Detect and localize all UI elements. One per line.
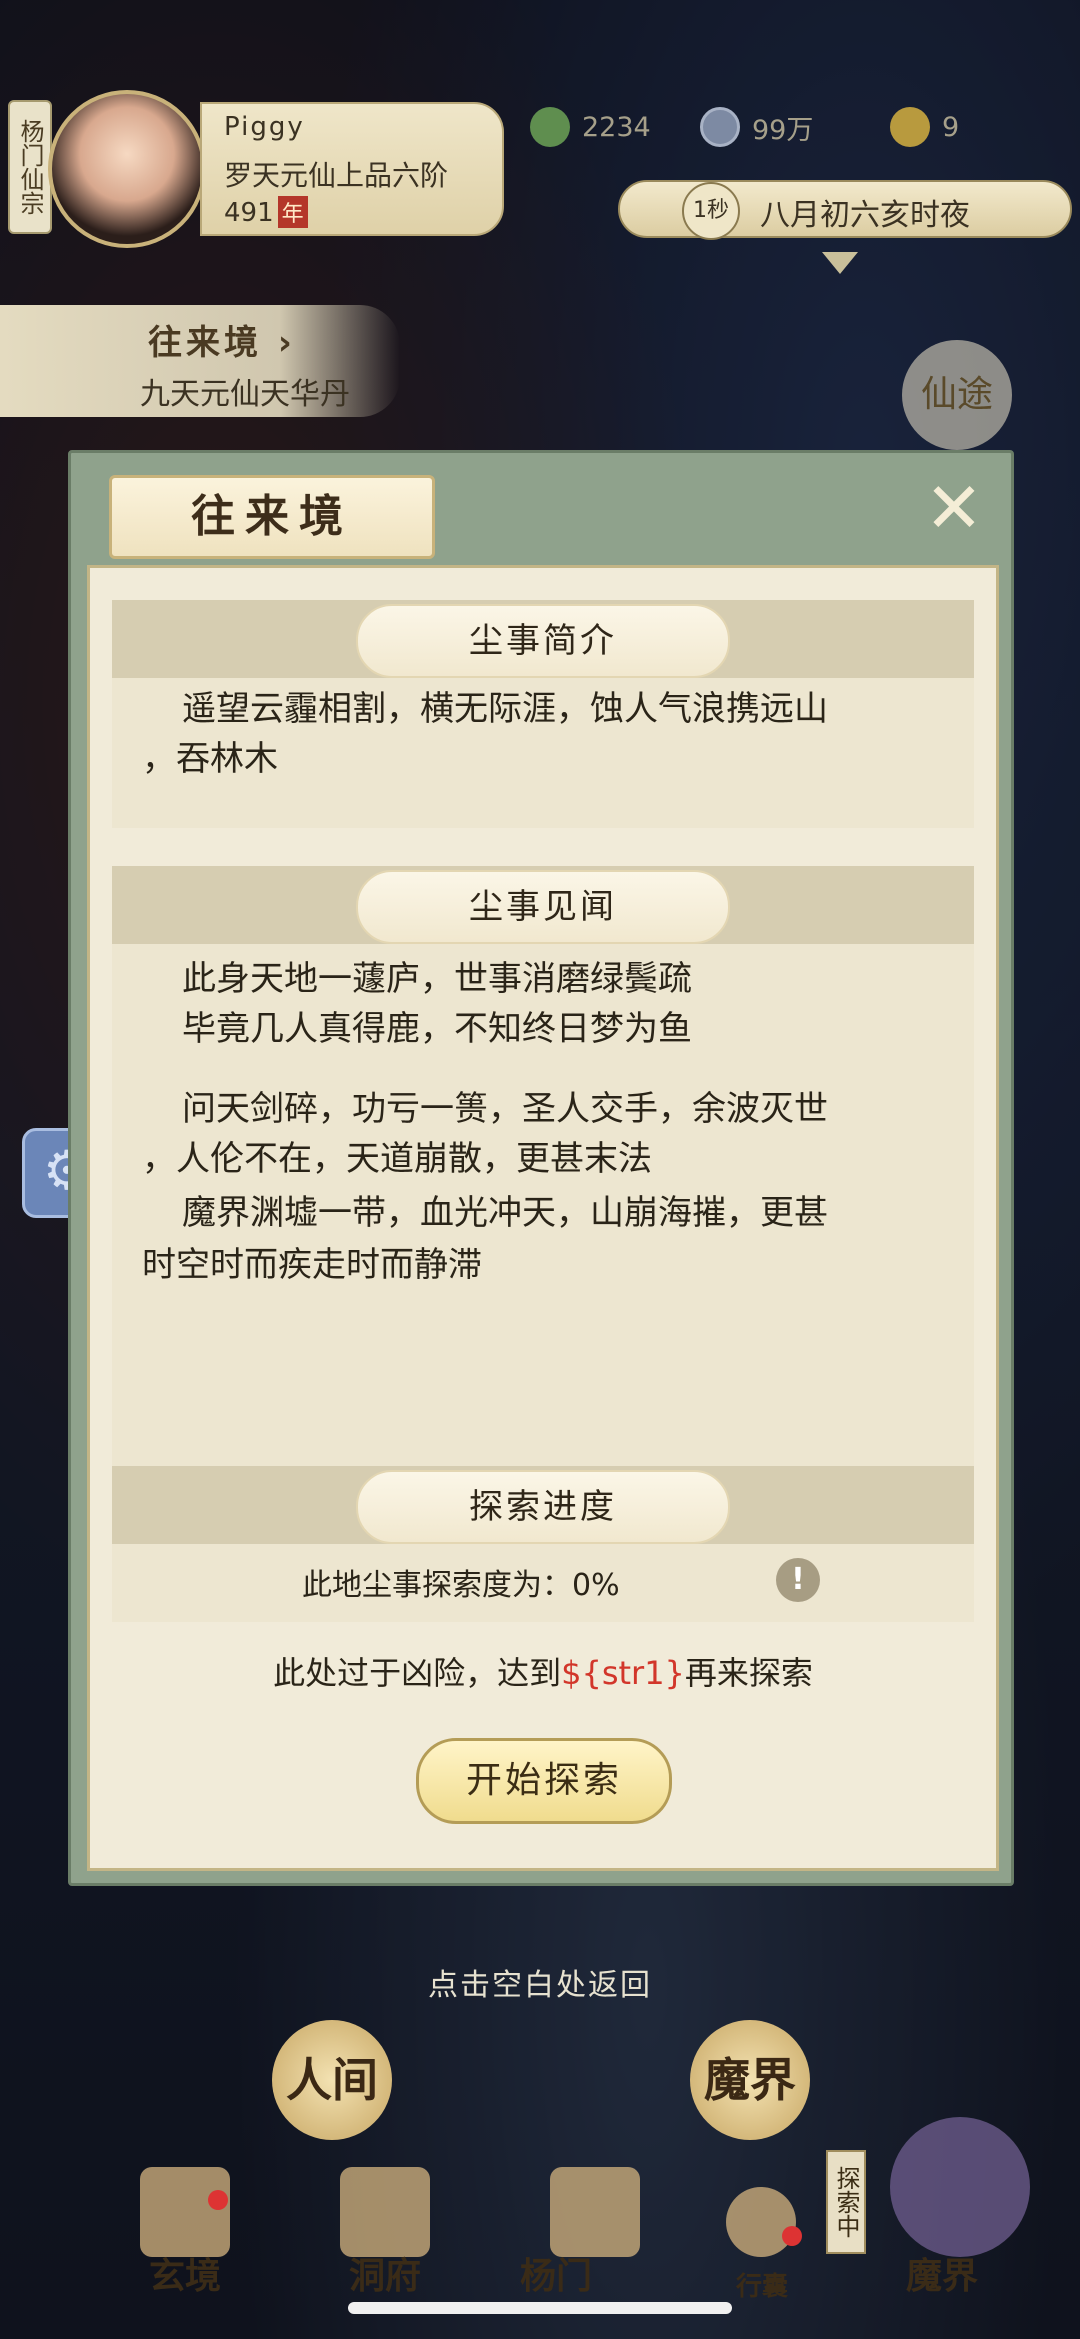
news-line: ，人伦不在，天道崩散，更甚末法 bbox=[142, 1139, 652, 1179]
nav-mojie[interactable]: 魔界 bbox=[872, 2247, 1012, 2299]
news-line: 毕竟几人真得鹿，不知终日梦为鱼 bbox=[182, 1009, 692, 1049]
dialog-content: 尘事简介 遥望云霾相割，横无际涯，蚀人气浪携远山 ，吞林木 尘事见闻 此身天地一… bbox=[87, 565, 999, 1871]
intro-body: 遥望云霾相割，横无际涯，蚀人气浪携远山 ，吞林木 bbox=[112, 678, 974, 828]
player-years: 491 年 bbox=[224, 196, 308, 228]
nav-yangmen[interactable]: 杨门 bbox=[486, 2247, 626, 2299]
exploring-tag: 探索中 bbox=[826, 2150, 866, 2254]
notification-dot bbox=[782, 2226, 802, 2246]
news-line: 此身天地一蘧庐，世事消磨绿鬓疏 bbox=[182, 959, 692, 999]
back-tip: 点击空白处返回 bbox=[428, 1968, 652, 2003]
gold-count: 9 bbox=[942, 111, 960, 143]
realm-item: 九天元仙天华丹 bbox=[140, 377, 350, 412]
profile-card[interactable]: Piggy 罗天元仙上品六阶 491 年 bbox=[200, 102, 504, 236]
info-icon[interactable]: ! bbox=[776, 1558, 820, 1602]
player-rank: 罗天元仙上品六阶 bbox=[224, 159, 449, 192]
start-explore-button[interactable]: 开始探索 bbox=[416, 1738, 672, 1824]
coin-icon bbox=[700, 107, 740, 147]
danger-notice: 此处过于凶险，达到${str1}再来探索 bbox=[90, 1648, 996, 1694]
avatar[interactable] bbox=[48, 90, 206, 248]
news-line: 时空时而疾走时而静滞 bbox=[142, 1245, 482, 1285]
year-unit-badge: 年 bbox=[277, 196, 308, 228]
danger-suffix: 再来探索 bbox=[684, 1654, 813, 1692]
notification-dot bbox=[208, 2190, 228, 2210]
game-time-bar[interactable]: 1秒 八月初六亥时夜 bbox=[618, 180, 1072, 240]
news-line: 魔界渊墟一带，血光冲天，山崩海摧，更甚 bbox=[182, 1193, 828, 1233]
close-icon[interactable]: ✕ bbox=[919, 473, 989, 543]
player-name: Piggy bbox=[224, 112, 305, 142]
intro-header: 尘事简介 bbox=[112, 600, 974, 678]
years-value: 491 bbox=[224, 198, 274, 228]
resource-gold[interactable]: 9 bbox=[890, 102, 959, 152]
gold-ingot-icon bbox=[890, 107, 930, 147]
time-step-button[interactable]: 1秒 bbox=[682, 182, 740, 240]
news-header: 尘事见闻 bbox=[112, 866, 974, 944]
intro-title: 尘事简介 bbox=[356, 604, 730, 678]
progress-header: 探索进度 bbox=[112, 1466, 974, 1544]
jade-leaf-icon bbox=[530, 107, 570, 147]
sect-label[interactable]: 杨门仙宗 bbox=[8, 100, 52, 234]
resource-jade[interactable]: 2234 bbox=[530, 102, 651, 152]
realm-panel[interactable]: 往来境 › 九天元仙天华丹 bbox=[0, 305, 400, 417]
danger-prefix: 此处过于凶险，达到 bbox=[273, 1654, 562, 1692]
news-line: 问天剑碎，功亏一篑，圣人交手，余波灭世 bbox=[182, 1089, 828, 1129]
bag-icon bbox=[726, 2187, 796, 2257]
world-human-button[interactable]: 人间 bbox=[272, 2020, 392, 2140]
demon-portrait-icon bbox=[890, 2117, 1030, 2257]
game-date: 八月初六亥时夜 bbox=[760, 198, 970, 233]
home-indicator[interactable] bbox=[348, 2302, 732, 2314]
world-demon-button[interactable]: 魔界 bbox=[690, 2020, 810, 2140]
resource-coin[interactable]: 99万 bbox=[700, 102, 813, 152]
nav-xingnang[interactable]: 行囊 bbox=[692, 2266, 832, 2303]
scroll-icon bbox=[140, 2167, 230, 2257]
progress-title: 探索进度 bbox=[356, 1470, 730, 1544]
dialog-title: 往来境 bbox=[109, 475, 435, 559]
intro-text-line-1: 遥望云霾相割，横无际涯，蚀人气浪携远山 bbox=[182, 689, 828, 729]
progress-body: 此地尘事探索度为：0% ! bbox=[112, 1544, 974, 1622]
realm-dialog: 往来境 ✕ 尘事简介 遥望云霾相割，横无际涯，蚀人气浪携远山 ，吞林木 尘事见闻… bbox=[68, 450, 1014, 1886]
xiantu-button[interactable]: 仙途 bbox=[902, 340, 1012, 450]
progress-text: 此地尘事探索度为：0% bbox=[302, 1568, 620, 1603]
pavilion-icon bbox=[340, 2167, 430, 2257]
jade-count: 2234 bbox=[582, 111, 651, 143]
news-body: 此身天地一蘧庐，世事消磨绿鬓疏 毕竟几人真得鹿，不知终日梦为鱼 问天剑碎，功亏一… bbox=[112, 944, 974, 1492]
coin-count: 99万 bbox=[752, 114, 814, 146]
danger-variable: ${str1} bbox=[561, 1654, 685, 1692]
nav-dongfu[interactable]: 洞府 bbox=[315, 2247, 455, 2299]
news-title: 尘事见闻 bbox=[356, 870, 730, 944]
chevron-down-icon[interactable] bbox=[822, 252, 858, 274]
nav-xuanjing[interactable]: 玄境 bbox=[115, 2247, 255, 2299]
realm-title: 往来境 › bbox=[148, 323, 296, 363]
intro-text-line-2: ，吞林木 bbox=[142, 739, 278, 779]
banner-icon bbox=[550, 2167, 640, 2257]
